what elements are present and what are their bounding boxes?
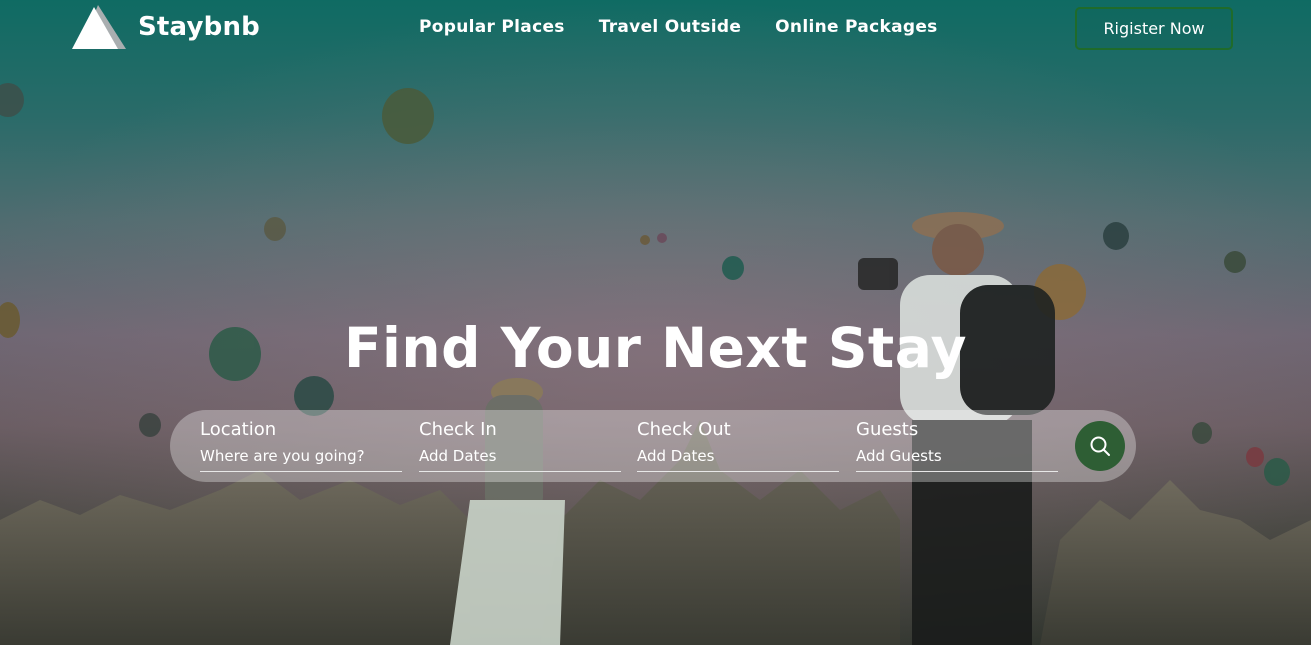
- nav-item-travel-outside[interactable]: Travel Outside: [599, 17, 741, 37]
- location-input[interactable]: [200, 447, 400, 465]
- check-in-label: Check In: [419, 419, 497, 440]
- guests-input[interactable]: [856, 447, 1056, 465]
- check-out-field[interactable]: Check Out: [637, 419, 839, 472]
- search-button[interactable]: [1075, 421, 1125, 471]
- main-nav: Popular Places Travel Outside Online Pac…: [419, 17, 938, 37]
- hero-section: Staybnb Popular Places Travel Outside On…: [0, 0, 1311, 645]
- mountain-logo-icon: [72, 5, 126, 49]
- brand-logo[interactable]: Staybnb: [72, 5, 260, 49]
- check-in-input[interactable]: [419, 447, 619, 465]
- check-in-field[interactable]: Check In: [419, 419, 621, 472]
- guests-label: Guests: [856, 419, 919, 440]
- guests-field[interactable]: Guests: [856, 419, 1058, 472]
- nav-item-popular-places[interactable]: Popular Places: [419, 17, 565, 37]
- hero-title: Find Your Next Stay: [343, 316, 967, 380]
- search-bar: Location Check In Check Out Guests: [170, 410, 1136, 482]
- register-button[interactable]: Rigister Now: [1075, 7, 1233, 50]
- location-label: Location: [200, 419, 277, 440]
- nav-item-online-packages[interactable]: Online Packages: [775, 17, 937, 37]
- site-header: Staybnb Popular Places Travel Outside On…: [0, 0, 1311, 60]
- search-icon: [1090, 436, 1110, 456]
- check-out-input[interactable]: [637, 447, 837, 465]
- check-out-label: Check Out: [637, 419, 731, 440]
- brand-name: Staybnb: [138, 12, 260, 42]
- location-field[interactable]: Location: [200, 419, 402, 472]
